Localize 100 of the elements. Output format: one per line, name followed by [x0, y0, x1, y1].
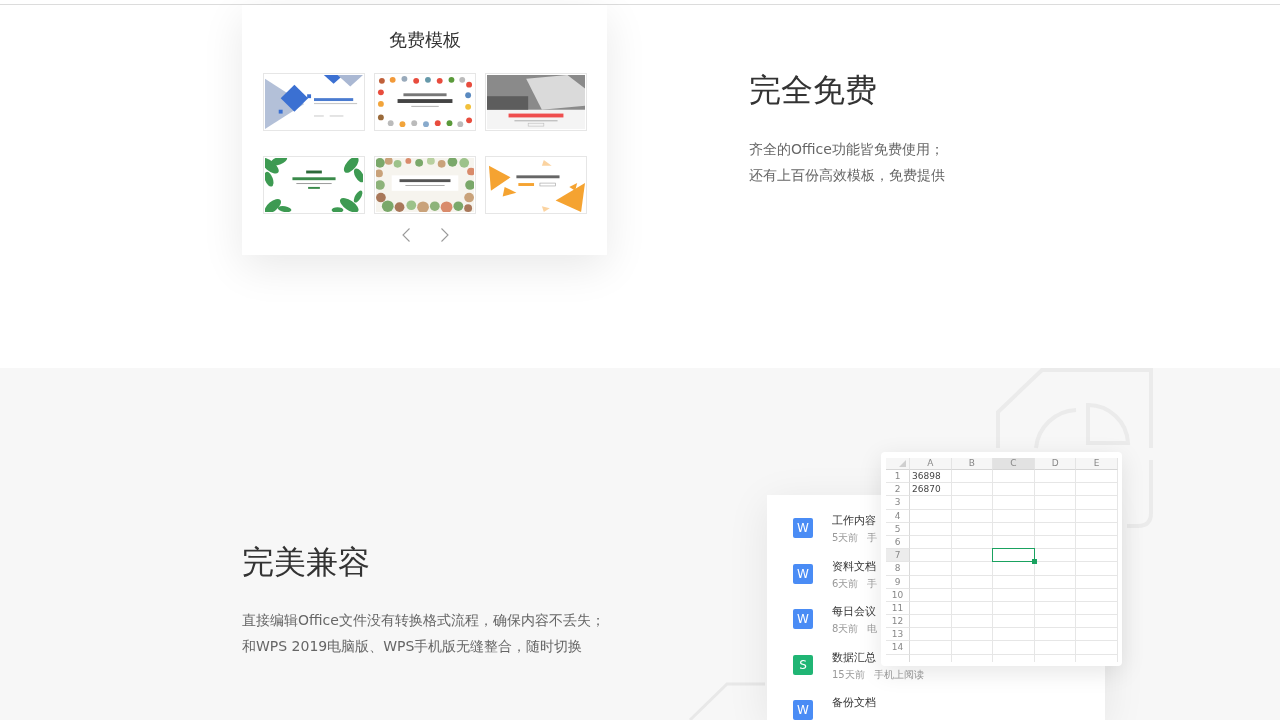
template-thumbnail[interactable]	[374, 73, 476, 131]
file-source: 手机上阅读	[873, 667, 924, 682]
row-header: 2	[886, 483, 910, 497]
column-header: E	[1076, 458, 1118, 470]
sheet-cell	[1076, 522, 1118, 536]
sheet-cell	[993, 628, 1035, 642]
file-source: 电	[867, 622, 878, 636]
sheet-cell	[951, 483, 994, 497]
template-thumbnail[interactable]	[263, 156, 365, 214]
sheet-cell	[1034, 588, 1077, 602]
file-time: 6天前	[832, 576, 859, 591]
sheet-cell	[910, 575, 952, 589]
file-time: 8天前	[832, 622, 859, 636]
file-type-badge: W	[793, 563, 813, 584]
file-time: 15天前	[832, 667, 865, 682]
column-header: C	[993, 458, 1035, 470]
row-header: 3	[886, 496, 910, 510]
sheet-cell	[1076, 483, 1118, 497]
sheet-cell	[910, 641, 952, 655]
file-type-badge: W	[793, 609, 813, 629]
sheet-cell	[910, 535, 952, 550]
template-thumbnail[interactable]	[485, 73, 587, 131]
column-header: D	[1034, 458, 1077, 470]
sheet-cell	[993, 496, 1035, 510]
sheet-cell	[1034, 522, 1077, 536]
sheet-cell	[993, 575, 1035, 589]
file-time: 5天前	[832, 531, 859, 545]
sheet-cell	[951, 522, 994, 536]
sheet-cell	[1076, 562, 1118, 576]
sheet-cell	[1034, 509, 1077, 523]
sheet-cell	[910, 628, 952, 642]
row-header: 7	[886, 549, 910, 563]
sheet-cell	[1034, 601, 1077, 616]
sheet-cell	[993, 509, 1035, 523]
feature-description-line: 齐全的Office功能皆免费使用；	[749, 140, 945, 159]
sheet-cell	[951, 470, 994, 484]
select-all-corner-icon	[899, 460, 906, 467]
sheet-cell	[910, 522, 952, 536]
sheet-cell	[1034, 628, 1077, 642]
file-type-badge: W	[793, 518, 813, 538]
sheet-cell	[951, 575, 994, 589]
sheet-cell	[910, 615, 952, 629]
sheet-cell	[1076, 535, 1118, 550]
sheet-cell	[993, 588, 1035, 602]
sheet-cell	[993, 522, 1035, 536]
sheet-cell	[910, 496, 952, 510]
sheet-cell	[1034, 483, 1077, 497]
sheet-cell	[1076, 588, 1118, 602]
sheet-cell	[951, 628, 994, 642]
sheet-cell	[951, 509, 994, 523]
sheet-cell	[1034, 496, 1077, 510]
file-source: 手	[867, 576, 878, 591]
sheet-cell	[951, 641, 994, 655]
sheet-cell	[951, 588, 994, 602]
file-name: 资料文档	[832, 558, 876, 574]
chevron-right-icon[interactable]	[440, 228, 449, 242]
sheet-cell	[951, 535, 994, 550]
row-header: 1	[886, 470, 910, 484]
sheet-cell	[1076, 470, 1118, 484]
feature-description-line: 直接编辑Office文件没有转换格式流程，确保内容不丢失；	[242, 611, 606, 630]
sheet-cell	[1034, 562, 1077, 576]
sheet-cell: 36898	[910, 470, 952, 484]
sheet-cell	[1076, 601, 1118, 616]
row-header: 12	[886, 615, 910, 629]
sheet-cell	[1076, 615, 1118, 629]
feature-heading: 完美兼容	[242, 542, 371, 582]
sheet-cell	[1034, 615, 1077, 629]
sheet-cell	[1034, 641, 1077, 655]
sheet-cell	[1034, 535, 1077, 550]
file-name: 备份文档	[832, 695, 876, 710]
sheet-cell	[1034, 549, 1077, 563]
sheet-cell: 26870	[910, 483, 952, 497]
file-type-badge: W	[793, 700, 813, 720]
sheet-cell	[910, 509, 952, 523]
sheet-cell	[993, 641, 1035, 655]
sheet-cell	[910, 562, 952, 576]
sheet-cell	[951, 601, 994, 616]
template-thumbnail[interactable]	[263, 73, 365, 131]
file-source: 手	[867, 531, 878, 545]
sheet-cell	[910, 588, 952, 602]
sheet-cell	[993, 562, 1035, 576]
file-type-badge: S	[793, 654, 813, 675]
template-thumbnail[interactable]	[485, 156, 587, 214]
row-header: 14	[886, 641, 910, 655]
sheet-cell	[1034, 470, 1077, 484]
file-name: 工作内容	[832, 513, 876, 528]
feature-description-line: 还有上百份高效模板，免费提供	[749, 166, 945, 185]
column-header: B	[951, 458, 994, 470]
sheet-cell	[1076, 549, 1118, 563]
sheet-cell	[1076, 641, 1118, 655]
chevron-left-icon[interactable]	[401, 228, 410, 242]
card-title: 免费模板	[389, 28, 461, 52]
sheet-cell	[1076, 628, 1118, 642]
sheet-cell	[1034, 575, 1077, 589]
feature-heading: 完全免费	[749, 70, 878, 110]
feature-description-line: 和WPS 2019电脑版、WPS手机版无缝整合，随时切换	[242, 637, 584, 656]
row-header: 8	[886, 562, 910, 576]
sheet-cell	[993, 601, 1035, 616]
sheet-cell	[951, 562, 994, 576]
template-thumbnail[interactable]	[374, 156, 476, 214]
